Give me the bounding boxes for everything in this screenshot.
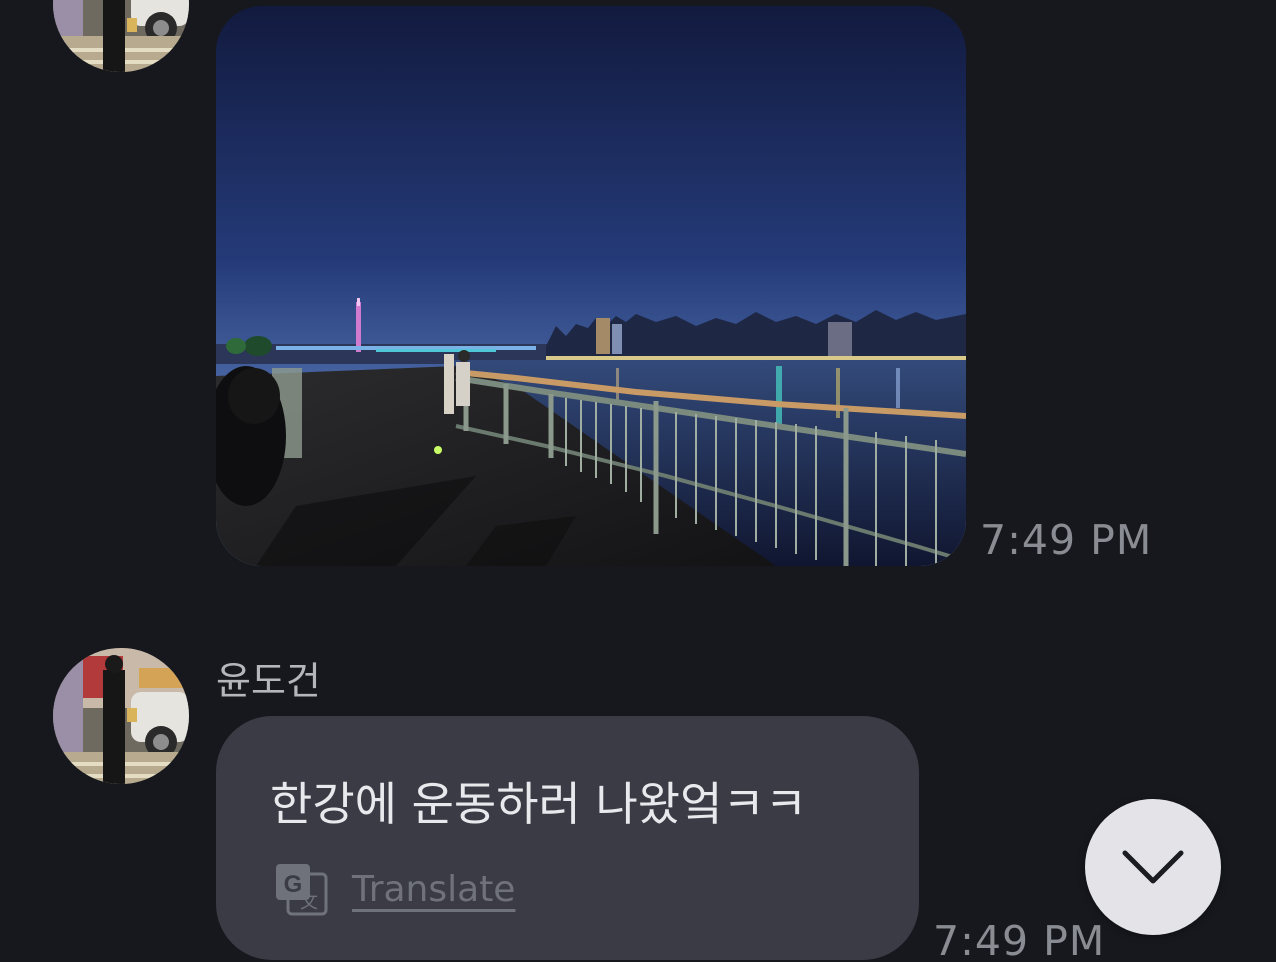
avatar-image (53, 648, 189, 784)
translate-label[interactable]: Translate (352, 869, 515, 910)
sender-name: 윤도건 (216, 659, 321, 703)
chevron-down-icon (1122, 850, 1184, 884)
photo-message[interactable] (216, 6, 966, 566)
translate-button[interactable]: G 文 Translate (274, 862, 515, 916)
message-timestamp: 7:49 PM (933, 917, 1106, 962)
text-message-bubble[interactable]: 한강에 운동하러 나왔엌ㅋㅋ G 文 Translate (216, 716, 919, 960)
sender-avatar[interactable] (53, 648, 189, 784)
message-timestamp: 7:49 PM (980, 516, 1153, 564)
message-text: 한강에 운동하러 나왔엌ㅋㅋ (270, 777, 808, 831)
scroll-to-bottom-button[interactable] (1085, 799, 1221, 935)
avatar-image (53, 0, 189, 72)
sender-avatar[interactable] (53, 0, 189, 72)
han-river-night-photo (216, 6, 966, 566)
chat-view: 7:49 PM 윤도건 한강에 운동하러 나왔엌ㅋㅋ G 文 Translate… (0, 0, 1276, 962)
google-translate-icon: G 文 (276, 864, 328, 916)
svg-text:文: 文 (300, 892, 318, 913)
